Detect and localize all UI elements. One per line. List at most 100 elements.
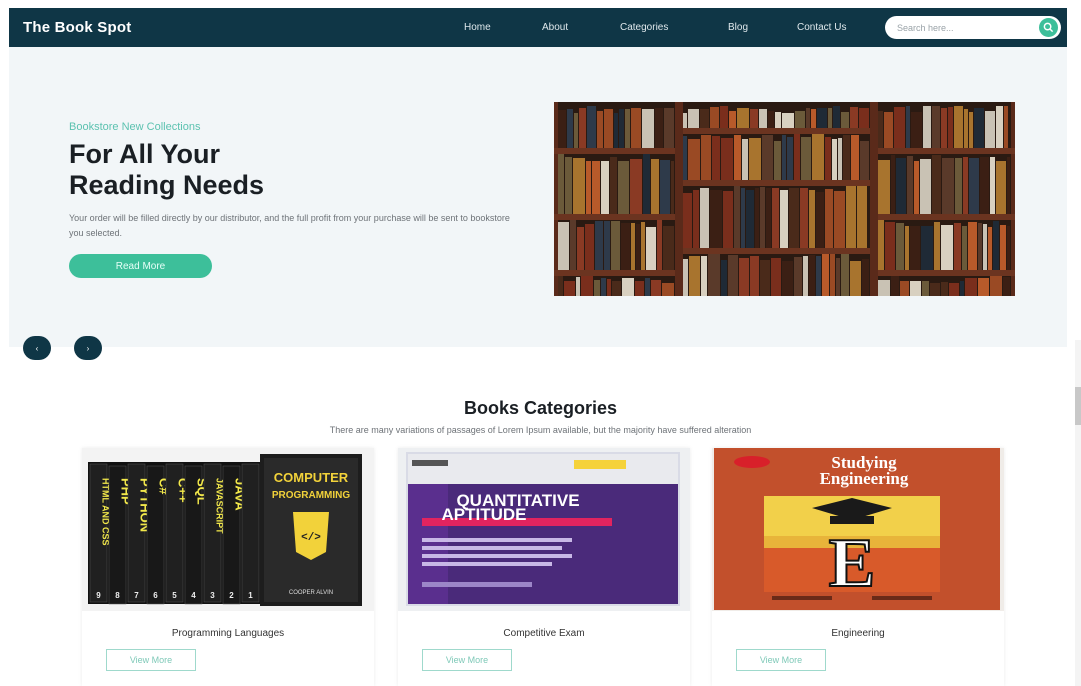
carousel-prev-button[interactable]: ‹ <box>23 336 51 360</box>
hero-section: Bookstore New Collections For All Your R… <box>9 47 1067 347</box>
programming-book-cover: HTML AND CSS PHP PYTHON C# C++ SQL JAVASCRIPT J… <box>82 448 374 611</box>
book-spine <box>954 223 961 270</box>
view-more-programming-button[interactable]: View More <box>106 649 196 671</box>
hero-title-line1: For All Your <box>69 139 221 169</box>
book-spine <box>612 281 621 296</box>
book-spine <box>741 188 745 248</box>
book-spine <box>828 108 832 128</box>
spine-number: 9 <box>96 591 101 600</box>
book-spine <box>611 221 620 270</box>
book-spine <box>800 188 808 248</box>
nav-contact[interactable]: Contact Us <box>797 22 846 33</box>
book-spine <box>841 254 849 296</box>
category-card-competitive: QUANTITATIVE APTITUDE Competitive Exam V… <box>398 448 690 686</box>
category-card-engineering: Studying Engineering E Engineering View … <box>712 448 1004 686</box>
nav-categories[interactable]: Categories <box>620 22 668 33</box>
categories-subtitle: There are many variations of passages of… <box>329 425 752 435</box>
spine-number: 3 <box>210 591 215 600</box>
book-spine <box>906 106 910 148</box>
book-spine <box>701 256 707 296</box>
book-spine <box>683 193 692 248</box>
book-spine <box>721 260 727 296</box>
book-spine <box>782 113 794 128</box>
book-spine <box>683 136 687 180</box>
book-spine <box>772 188 779 248</box>
book-spine <box>978 278 989 296</box>
book-spine <box>907 156 913 214</box>
book-spine <box>728 255 738 296</box>
book-spine <box>941 108 947 148</box>
book-spine <box>983 224 987 270</box>
book-spine <box>558 276 563 296</box>
book-spine <box>974 108 984 148</box>
book-spine <box>941 282 948 296</box>
book-spine <box>700 188 709 248</box>
search-input[interactable] <box>897 22 1032 33</box>
brand-logo[interactable]: The Book Spot <box>23 19 131 36</box>
book-spine <box>558 154 564 214</box>
book-spine <box>911 112 922 148</box>
view-more-competitive-button[interactable]: View More <box>422 649 512 671</box>
book-spine <box>949 283 959 296</box>
book-spine <box>614 113 618 148</box>
book-spine <box>737 108 749 128</box>
book-spine <box>774 141 781 180</box>
book-spine <box>794 134 800 180</box>
book-spine <box>910 281 921 296</box>
chevron-right-icon: › <box>86 343 90 353</box>
book-spine <box>996 161 1006 214</box>
book-spine <box>768 111 774 128</box>
nav-blog[interactable]: Blog <box>728 22 748 33</box>
book-spine <box>594 280 600 296</box>
carousel-next-button[interactable]: › <box>74 336 102 360</box>
book-spine <box>932 106 940 148</box>
book-spine <box>663 226 674 270</box>
view-more-engineering-button[interactable]: View More <box>736 649 826 671</box>
book-spine <box>841 112 849 128</box>
search-button[interactable] <box>1039 18 1058 37</box>
category-card-programming: HTML AND CSS PHP PYTHON C# C++ SQL JAVASCRIPT J… <box>82 448 374 686</box>
book-spine <box>755 188 759 248</box>
chevron-left-icon: ‹ <box>35 343 39 353</box>
book-spine <box>990 157 995 214</box>
spine-block <box>241 463 260 603</box>
book-spine <box>581 276 593 296</box>
book-spine <box>914 161 919 214</box>
book-spine <box>817 108 827 128</box>
book-spine <box>720 106 728 128</box>
book-spine <box>567 109 573 148</box>
hero-tagline: Bookstore New Collections <box>69 121 201 133</box>
book-spine <box>564 281 575 296</box>
nav-home[interactable]: Home <box>464 22 491 33</box>
book-spine <box>693 190 699 248</box>
book-spine <box>701 135 711 180</box>
book-spine <box>651 159 659 214</box>
read-more-button[interactable]: Read More <box>69 254 212 278</box>
book-spine <box>739 258 749 296</box>
book-spine <box>965 278 977 296</box>
book-spine <box>930 283 940 296</box>
book-spine <box>990 276 1002 296</box>
book-spine <box>830 254 835 296</box>
spine-number: 8 <box>115 591 120 600</box>
spine-number: 1 <box>248 591 253 600</box>
bookshelf-image <box>554 102 1015 296</box>
book-spine <box>762 135 773 180</box>
book-spine <box>782 261 793 296</box>
book-spine <box>760 187 765 248</box>
book-spine <box>960 281 964 296</box>
programming-cover-title-1: COMPUTER <box>274 470 349 485</box>
book-spine <box>862 259 869 296</box>
book-spine <box>900 281 909 296</box>
book-spine <box>576 277 580 296</box>
category-name-programming: Programming Languages <box>171 628 285 639</box>
book-spine <box>878 220 884 270</box>
book-spine <box>641 222 645 270</box>
nav-about[interactable]: About <box>542 22 568 33</box>
book-spine <box>570 220 576 270</box>
book-spine <box>922 281 929 296</box>
spine-number: 2 <box>229 591 234 600</box>
book-spine <box>586 161 591 214</box>
book-spine <box>850 261 861 296</box>
book-spine <box>920 159 931 214</box>
